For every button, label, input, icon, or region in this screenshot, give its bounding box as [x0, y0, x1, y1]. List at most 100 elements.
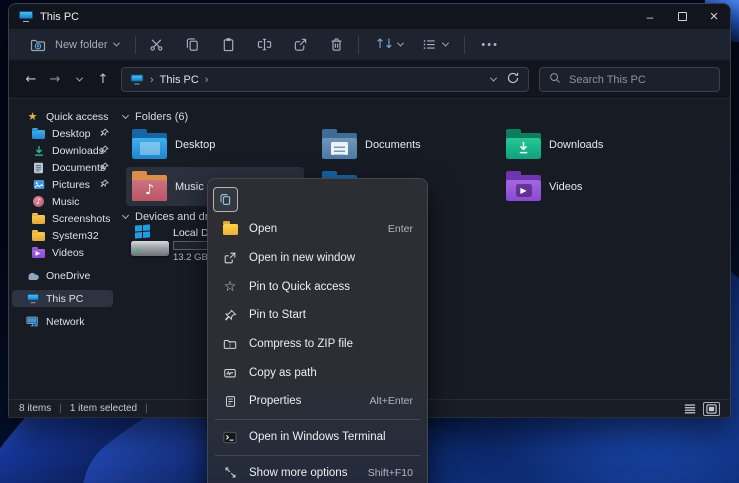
sort-button[interactable]: ↑↓: [369, 33, 410, 56]
details-view-button[interactable]: [681, 402, 698, 416]
sort-icon: ↑↓: [375, 37, 393, 52]
this-pc-icon: [19, 11, 33, 22]
properties-icon: [222, 395, 238, 408]
expand-icon: [222, 466, 238, 479]
folder-tile-videos[interactable]: ▶ Videos: [500, 167, 678, 206]
cloud-icon: [25, 271, 40, 281]
sidebar-item-label: Documents: [52, 162, 105, 174]
view-button[interactable]: [415, 30, 454, 60]
menu-item-open-new-window[interactable]: Open in new window: [213, 244, 422, 273]
sidebar-item-videos[interactable]: ▶ Videos: [9, 244, 116, 261]
close-button[interactable]: ×: [698, 4, 730, 29]
sidebar-item-downloads[interactable]: Downloads: [9, 142, 116, 159]
view-icon: [421, 34, 437, 56]
sidebar-item-network[interactable]: Network: [9, 313, 116, 330]
more-options-button[interactable]: •••: [475, 35, 505, 55]
videos-folder-icon: ▶: [506, 175, 541, 201]
folders-section-header[interactable]: Folders (6): [123, 111, 188, 123]
menu-item-copy-as-path[interactable]: Copy as path: [213, 358, 422, 387]
maximize-button[interactable]: [666, 4, 698, 29]
back-button[interactable]: ←: [19, 68, 43, 92]
sidebar-item-label: Quick access: [46, 111, 108, 123]
copy-icon: [219, 193, 232, 206]
breadcrumb-separator: ›: [150, 74, 154, 86]
chevron-down-icon: [113, 40, 120, 47]
sidebar-item-screenshots[interactable]: Screenshots: [9, 210, 116, 227]
sidebar-item-pictures[interactable]: Pictures: [9, 176, 116, 193]
forward-button[interactable]: →: [43, 68, 67, 92]
menu-item-show-more-options[interactable]: Show more options Shift+F10: [213, 459, 422, 483]
menu-item-pin-quick-access[interactable]: ☆ Pin to Quick access: [213, 272, 422, 301]
sidebar-item-label: Videos: [52, 247, 84, 259]
copy-button[interactable]: [182, 34, 204, 56]
new-window-icon: [222, 251, 238, 265]
menu-item-label: Open in Windows Terminal: [249, 431, 386, 443]
recent-locations-button[interactable]: [67, 68, 91, 92]
sidebar-item-quick-access[interactable]: ★ Quick access: [9, 108, 116, 125]
title-bar: This PC – ×: [9, 4, 730, 29]
cut-button[interactable]: [146, 34, 168, 56]
copy-quick-button[interactable]: [213, 187, 238, 212]
up-button[interactable]: ↑: [91, 68, 115, 92]
collapse-chevron-icon: [122, 112, 129, 119]
share-button[interactable]: [290, 34, 312, 56]
address-bar[interactable]: › This PC ›: [121, 67, 529, 92]
folder-name: Videos: [549, 181, 582, 193]
context-menu: Open Enter Open in new window ☆ Pin to Q…: [207, 178, 428, 483]
new-folder-button[interactable]: New folder: [21, 30, 125, 60]
refresh-button[interactable]: [506, 71, 520, 88]
computer-icon: [27, 294, 39, 303]
sidebar-item-label: Music: [52, 196, 79, 208]
sidebar-item-documents[interactable]: Documents: [9, 159, 116, 176]
minimize-button[interactable]: –: [634, 4, 666, 29]
folder-name: Documents: [365, 139, 421, 151]
sidebar-item-desktop[interactable]: Desktop: [9, 125, 116, 142]
music-icon: ♪: [33, 196, 44, 207]
menu-item-properties[interactable]: Properties Alt+Enter: [213, 387, 422, 416]
desktop-folder-icon: [32, 130, 45, 139]
folder-icon: [32, 232, 45, 241]
sidebar-item-onedrive[interactable]: OneDrive: [9, 267, 116, 284]
breadcrumb-this-pc[interactable]: This PC: [160, 74, 199, 86]
menu-item-label: Open: [249, 223, 277, 235]
menu-item-compress-zip[interactable]: Compress to ZIP file: [213, 330, 422, 359]
rename-button[interactable]: [254, 34, 276, 56]
command-toolbar: New folder: [9, 29, 730, 61]
menu-item-open-windows-terminal[interactable]: Open in Windows Terminal: [213, 423, 422, 452]
search-box[interactable]: [539, 67, 720, 92]
navigation-pane: ★ Quick access Desktop Downloads Documen…: [9, 99, 116, 399]
menu-item-pin-start[interactable]: Pin to Start: [213, 301, 422, 330]
menu-item-label: Pin to Quick access: [249, 281, 350, 293]
videos-folder-icon: ▶: [32, 249, 45, 258]
menu-separator: [215, 455, 420, 456]
pin-icon: [100, 162, 109, 174]
menu-item-label: Compress to ZIP file: [249, 338, 353, 350]
new-folder-icon: [27, 34, 49, 56]
sidebar-item-music[interactable]: ♪ Music: [9, 193, 116, 210]
sidebar-item-label: Network: [46, 316, 85, 328]
pin-icon: [100, 128, 109, 140]
folder-icon: [32, 215, 45, 224]
toolbar-divider: [135, 36, 136, 54]
search-input[interactable]: [569, 74, 710, 86]
terminal-icon: [222, 431, 238, 444]
large-icons-view-button[interactable]: [703, 402, 720, 416]
hard-drive-icon: [129, 225, 173, 263]
sidebar-item-label: Downloads: [52, 145, 104, 157]
chevron-down-icon: [75, 75, 82, 82]
folder-tile-documents[interactable]: Documents: [316, 125, 494, 164]
sidebar-item-this-pc[interactable]: This PC: [12, 290, 113, 307]
sidebar-item-label: OneDrive: [46, 270, 90, 282]
this-pc-icon: [131, 75, 144, 85]
paste-button[interactable]: [218, 34, 240, 56]
folder-tile-downloads[interactable]: Downloads: [500, 125, 678, 164]
menu-item-open[interactable]: Open Enter: [213, 215, 422, 244]
sidebar-item-system32[interactable]: System32: [9, 227, 116, 244]
delete-button[interactable]: [326, 34, 348, 56]
star-outline-icon: ☆: [224, 280, 237, 294]
folder-tile-desktop[interactable]: Desktop: [126, 125, 304, 164]
downloads-folder-icon: [506, 133, 541, 159]
chevron-down-icon: [442, 40, 449, 47]
section-label: Folders (6): [135, 111, 188, 123]
address-dropdown-icon[interactable]: [490, 75, 497, 82]
